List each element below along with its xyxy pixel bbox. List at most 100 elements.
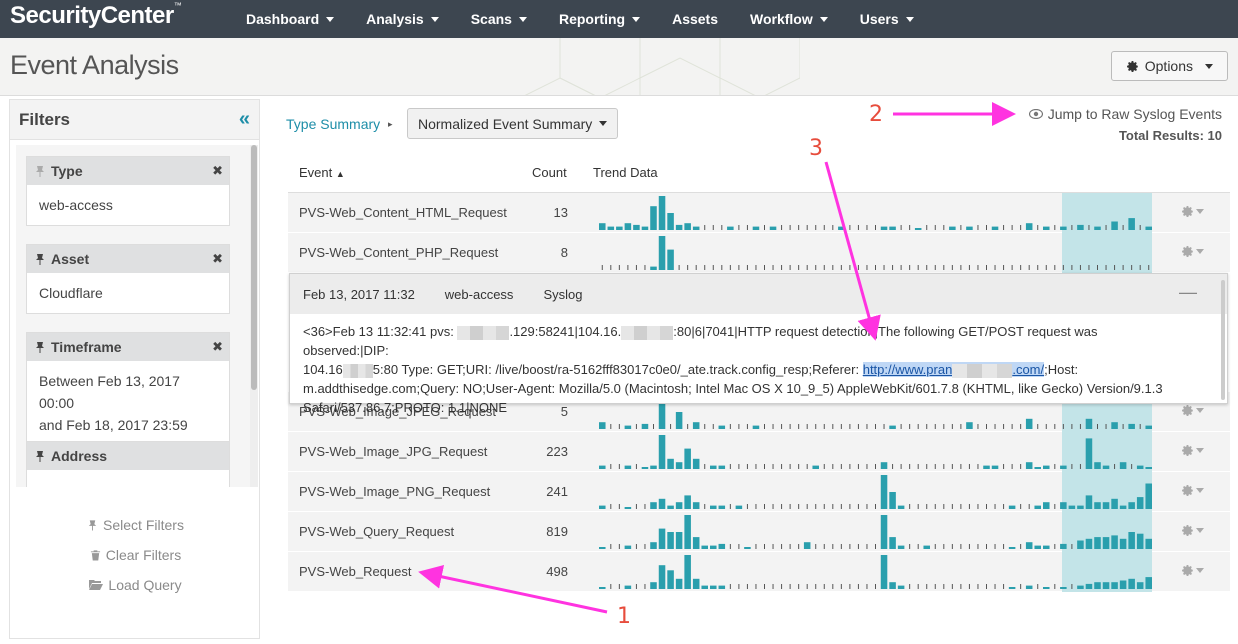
- trend-tick: [960, 504, 962, 509]
- trend-tick: [951, 584, 953, 589]
- event-count: 223: [546, 444, 568, 459]
- trend-bar: [650, 266, 657, 270]
- nav-reporting[interactable]: Reporting: [543, 11, 656, 27]
- trend-tick: [857, 584, 859, 589]
- pin-icon[interactable]: [34, 253, 46, 265]
- event-name[interactable]: PVS-Web_Content_HTML_Request: [299, 205, 507, 220]
- remove-filter-icon[interactable]: ✖: [212, 339, 223, 355]
- pin-icon[interactable]: [34, 450, 46, 462]
- column-header-event[interactable]: Event ▲: [299, 165, 345, 180]
- trend-bar: [1034, 505, 1041, 509]
- load-query-button[interactable]: Load Query: [10, 570, 261, 600]
- collapse-sidebar-icon[interactable]: «: [239, 108, 250, 131]
- table-row[interactable]: PVS-Web_Query_Request 819: [288, 512, 1230, 552]
- jump-raw-syslog-link[interactable]: Jump to Raw Syslog Events: [1028, 106, 1222, 122]
- trend-tick: [1122, 225, 1124, 230]
- trend-tick: [1079, 464, 1081, 469]
- event-detail-header[interactable]: Feb 13, 2017 11:32 web-access Syslog —: [290, 274, 1227, 314]
- trend-tick: [635, 584, 637, 589]
- trend-tick: [1011, 225, 1013, 230]
- filter-type-value[interactable]: web-access: [27, 185, 229, 225]
- referer-link[interactable]: http://www.pran .com/: [862, 362, 1045, 378]
- options-button[interactable]: Options: [1110, 51, 1228, 81]
- trend-tick: [738, 225, 740, 230]
- clear-filters-button[interactable]: Clear Filters: [10, 540, 261, 570]
- caret-down-icon: [1196, 488, 1204, 493]
- event-count: 13: [553, 205, 568, 220]
- trend-bar: [1145, 577, 1152, 589]
- caret-down-icon: [1196, 408, 1204, 413]
- trend-tick: [764, 544, 765, 549]
- scrollbar-thumb[interactable]: [251, 145, 257, 390]
- trend-tick: [644, 265, 646, 270]
- trend-bar: [641, 467, 649, 469]
- trend-bar: [667, 213, 674, 230]
- event-name[interactable]: PVS-Web_Image_JPG_Request: [299, 444, 487, 459]
- remove-filter-icon[interactable]: ✖: [212, 163, 223, 179]
- trend-bar: [692, 458, 700, 469]
- row-actions-menu[interactable]: [1181, 564, 1204, 577]
- table-row[interactable]: PVS-Web_Image_PNG_Request 241: [288, 472, 1230, 512]
- brand-logo[interactable]: SecurityCenter™: [0, 1, 230, 30]
- trend-tick: [943, 544, 945, 549]
- nav-scans[interactable]: Scans: [455, 11, 543, 27]
- filter-asset-label: Asset: [51, 251, 90, 267]
- row-actions-menu[interactable]: [1181, 524, 1204, 537]
- trend-tick: [968, 464, 970, 469]
- column-header-count[interactable]: Count: [532, 165, 567, 180]
- nav-workflow[interactable]: Workflow: [734, 11, 844, 27]
- trend-tick: [1028, 504, 1030, 509]
- trend-bar: [1034, 545, 1041, 549]
- table-row[interactable]: PVS-Web_Content_PHP_Request 8: [288, 233, 1230, 273]
- trend-tick: [875, 265, 876, 270]
- trend-tick: [764, 584, 765, 589]
- view-select-dropdown[interactable]: Normalized Event Summary: [407, 108, 618, 139]
- sidebar-scrollbar[interactable]: [250, 145, 258, 487]
- nav-dashboard[interactable]: Dashboard: [230, 11, 350, 27]
- trend-bar: [684, 223, 691, 230]
- collapse-icon[interactable]: —: [1179, 282, 1197, 303]
- trend-tick: [1054, 225, 1056, 230]
- event-name[interactable]: PVS-Web_Request: [299, 564, 412, 579]
- popup-scrollbar[interactable]: [1221, 280, 1225, 400]
- trend-tick: [789, 504, 791, 509]
- caret-down-icon: [632, 16, 641, 22]
- filter-address-value[interactable]: [27, 470, 229, 487]
- trend-tick: [960, 225, 962, 230]
- event-name[interactable]: PVS-Web_Query_Request: [299, 524, 454, 539]
- pin-icon[interactable]: [34, 341, 46, 353]
- trend-bar: [889, 537, 896, 549]
- trend-tick: [1148, 265, 1150, 270]
- event-name[interactable]: PVS-Web_Content_PHP_Request: [299, 245, 498, 260]
- table-row[interactable]: PVS-Web_Request 498: [288, 552, 1230, 592]
- table-row[interactable]: PVS-Web_Content_HTML_Request 13: [288, 193, 1230, 233]
- row-actions-menu[interactable]: [1181, 205, 1204, 218]
- breadcrumb-type-summary[interactable]: Type Summary: [286, 116, 380, 132]
- trend-bar: [889, 492, 896, 509]
- row-actions-menu[interactable]: [1181, 444, 1204, 457]
- pin-icon[interactable]: [34, 165, 46, 177]
- trend-bar: [914, 228, 922, 230]
- event-name[interactable]: PVS-Web_Image_PNG_Request: [299, 484, 490, 499]
- remove-filter-icon[interactable]: ✖: [212, 251, 223, 267]
- trend-bar: [923, 545, 930, 549]
- trend-bar: [1094, 226, 1101, 230]
- trend-tick: [618, 584, 620, 589]
- nav-analysis[interactable]: Analysis: [350, 11, 455, 27]
- trend-bar: [744, 547, 751, 549]
- trend-bar: [1128, 532, 1135, 549]
- row-actions-menu[interactable]: [1181, 484, 1204, 497]
- trend-tick: [909, 464, 911, 469]
- trend-tick: [934, 265, 936, 270]
- trend-tick: [781, 265, 783, 270]
- table-row[interactable]: PVS-Web_Image_JPG_Request 223: [288, 432, 1230, 472]
- filter-asset-value[interactable]: Cloudflare: [27, 273, 229, 313]
- sort-asc-icon: ▲: [335, 169, 345, 179]
- nav-assets[interactable]: Assets: [656, 11, 734, 27]
- trend-tick: [968, 584, 970, 589]
- filter-timeframe-value[interactable]: Between Feb 13, 2017 00:00 and Feb 18, 2…: [27, 361, 229, 445]
- trend-tick: [772, 504, 774, 509]
- row-actions-menu[interactable]: [1181, 245, 1204, 258]
- select-filters-button[interactable]: Select Filters: [10, 510, 261, 540]
- nav-users[interactable]: Users: [844, 11, 930, 27]
